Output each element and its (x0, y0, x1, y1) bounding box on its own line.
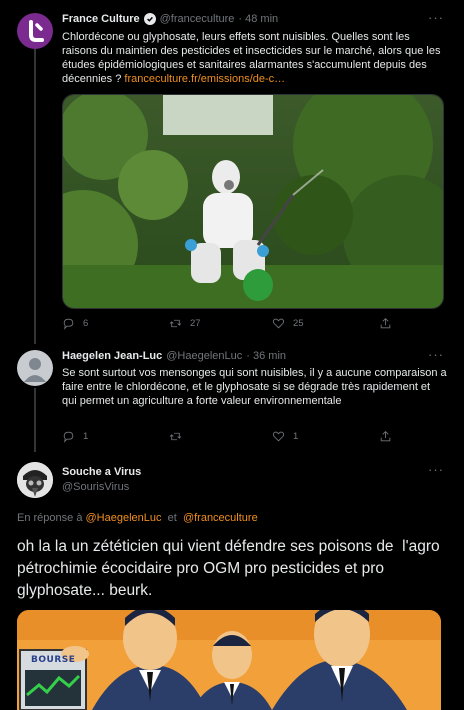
verified-badge-icon (143, 13, 156, 25)
tweet-text: Se sont surtout vos mensonges qui sont n… (62, 367, 447, 407)
author-name[interactable]: France Culture (62, 13, 140, 25)
author-handle[interactable]: @SourisVirus (62, 481, 141, 493)
thread-line (34, 48, 36, 344)
reply-prefix: En réponse à (17, 512, 83, 524)
reply-and: et (167, 512, 177, 524)
retweet-button[interactable]: 27 (169, 317, 272, 330)
reply-icon (63, 431, 74, 443)
cartoon-sign-text: BOURSE (31, 655, 76, 665)
plague-doctor-avatar-icon (17, 462, 53, 498)
share-button[interactable] (379, 430, 392, 443)
share-button[interactable] (379, 317, 392, 330)
author-handle[interactable]: @HaegelenLuc (166, 350, 242, 362)
more-options-button[interactable]: ··· (428, 462, 444, 477)
avatar[interactable] (17, 350, 53, 386)
timestamp[interactable]: · 48 min (238, 13, 278, 25)
avatar[interactable] (17, 462, 53, 498)
mention-haegelen[interactable]: @HaegelenLuc (86, 512, 162, 524)
like-count: 25 (293, 318, 304, 329)
author-handle[interactable]: @franceculture (160, 13, 235, 25)
mention-franceculture[interactable]: @franceculture (183, 512, 258, 524)
tweet-text: oh la la un zététicien qui vient défendr… (17, 538, 444, 599)
tweet-text: Chlordécone ou glyphosate, leurs effets … (62, 30, 447, 86)
tweet-photo[interactable] (62, 94, 444, 309)
france-culture-logo-icon (29, 20, 44, 42)
like-count: 1 (293, 431, 299, 442)
reply-count: 1 (83, 431, 89, 442)
timestamp[interactable]: · 36 min (246, 350, 286, 362)
retweet-button[interactable] (169, 430, 272, 443)
like-button[interactable]: 1 (272, 430, 379, 443)
cartoon-image (17, 610, 441, 710)
default-avatar-icon (24, 358, 46, 382)
reply-button[interactable]: 1 (62, 430, 169, 443)
share-icon (380, 318, 391, 329)
share-icon (380, 431, 391, 442)
reply-count: 6 (83, 318, 89, 329)
reply-icon (63, 318, 74, 330)
heart-icon (272, 318, 285, 329)
reply-context: En réponse à @HaegelenLuc et @francecult… (17, 512, 258, 524)
avatar[interactable] (17, 13, 53, 49)
thread-line (34, 388, 36, 452)
like-button[interactable]: 25 (272, 317, 379, 330)
more-options-button[interactable]: ··· (428, 10, 444, 25)
heart-icon (272, 431, 285, 442)
author-name[interactable]: Souche a Virus (62, 466, 141, 478)
tweet-photo[interactable]: BOURSE (17, 610, 441, 710)
photo-image (63, 95, 443, 308)
article-link[interactable]: franceculture.fr/emissions/de-c… (124, 73, 285, 85)
more-options-button[interactable]: ··· (428, 347, 444, 362)
reply-button[interactable]: 6 (62, 317, 169, 330)
retweet-icon (169, 432, 182, 441)
retweet-count: 27 (190, 318, 201, 329)
retweet-icon (169, 319, 182, 328)
author-name[interactable]: Haegelen Jean-Luc (62, 350, 162, 362)
